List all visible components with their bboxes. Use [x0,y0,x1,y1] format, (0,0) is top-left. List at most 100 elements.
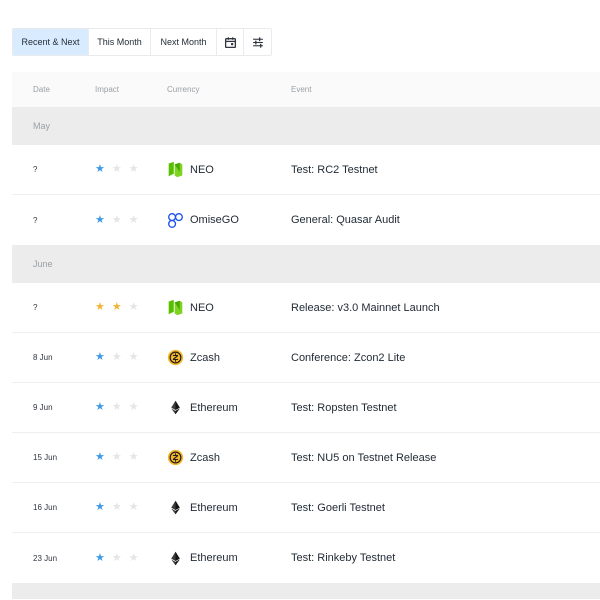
currency-cell[interactable]: Zcash [167,349,220,366]
star-empty-icon: ★ [128,401,139,413]
star-empty-icon: ★ [111,551,122,564]
group-header: May [12,107,600,145]
calendar-icon [224,36,236,48]
impact-rating: ★ ★ ★ [95,452,139,463]
period-tabs: Recent & Next This Month Next Month [12,28,272,56]
zcash-logo-icon [167,349,184,366]
event-title[interactable]: Release: v3.0 Mainnet Launch [291,302,440,314]
impact-rating: ★ ★ ★ [95,164,139,175]
star-empty-icon: ★ [128,301,139,313]
header-event[interactable]: Event [291,85,311,94]
group-label: May [33,121,51,131]
currency-cell[interactable]: Ethereum [167,550,238,567]
group-label: June [33,259,53,269]
tab-recent-next[interactable]: Recent & Next [13,29,89,55]
star-empty-icon: ★ [111,163,122,175]
currency-cell[interactable]: Ethereum [167,399,238,416]
impact-rating: ★ ★ ★ [95,352,139,363]
table-body: May? ★ ★ ★ NEO Test: RC2 Testnet? ★ ★ ★ OmiseGO Ge… [12,107,600,583]
sliders-icon [252,36,263,48]
currency-name: NEO [190,301,214,314]
currency-cell[interactable]: NEO [167,161,214,178]
group-header: June [12,245,600,283]
currency-name: Ethereum [190,401,238,414]
impact-rating: ★ ★ ★ [95,502,139,513]
currency-cell[interactable]: NEO [167,299,214,316]
events-table: Date Impact Currency Event May? ★ ★ ★ NEO Tes… [12,72,600,599]
impact-rating: ★ ★ ★ [95,302,139,313]
star-filled-icon: ★ [95,451,105,463]
star-empty-icon: ★ [128,451,139,463]
star-empty-icon: ★ [111,401,122,413]
currency-name: Zcash [190,451,220,464]
currency-cell[interactable]: Zcash [167,449,220,466]
star-empty-icon: ★ [128,351,139,363]
table-row[interactable]: 9 Jun ★ ★ ★ Ethereum Test: Ropsten Testnet [12,383,600,433]
event-date: ? [33,165,38,174]
tab-this-month[interactable]: This Month [89,29,151,55]
star-empty-icon: ★ [111,451,122,463]
star-empty-icon: ★ [128,163,139,175]
currency-name: Zcash [190,351,220,364]
currency-name: OmiseGO [190,214,239,226]
table-header: Date Impact Currency Event [12,72,600,107]
next-group-header [12,583,600,599]
event-title[interactable]: Conference: Zcon2 Lite [291,352,405,364]
filter-button[interactable] [244,29,271,55]
tab-next-month[interactable]: Next Month [151,29,217,55]
header-currency[interactable]: Currency [167,85,199,94]
event-date: 15 Jun [33,453,58,462]
event-date: 16 Jun [33,503,58,512]
star-filled-icon: ★ [95,213,105,226]
star-empty-icon: ★ [128,501,139,513]
event-title[interactable]: Test: NU5 on Testnet Release [291,452,436,464]
impact-rating: ★ ★ ★ [95,213,139,226]
table-row[interactable]: ? ★ ★ ★ NEO Test: RC2 Testnet [12,145,600,195]
header-impact[interactable]: Impact [95,85,119,94]
star-empty-icon: ★ [128,213,139,226]
omisego-logo-icon [167,212,184,229]
star-filled-icon: ★ [95,401,105,413]
star-empty-icon: ★ [111,501,122,513]
currency-cell[interactable]: OmiseGO [167,212,239,229]
table-row[interactable]: 15 Jun ★ ★ ★ Zcash Test: NU5 on Testnet Relea… [12,433,600,483]
star-filled-icon: ★ [95,351,105,363]
currency-name: Ethereum [190,552,238,564]
impact-rating: ★ ★ ★ [95,551,139,564]
event-title[interactable]: Test: Ropsten Testnet [291,402,397,414]
currency-cell[interactable]: Ethereum [167,499,238,516]
event-date: ? [33,215,38,225]
star-filled-icon: ★ [95,551,105,564]
event-date: 8 Jun [33,353,53,362]
star-empty-icon: ★ [128,551,139,564]
event-date: 23 Jun [33,553,58,563]
neo-logo-icon [167,299,184,316]
currency-name: NEO [190,163,214,176]
star-filled-icon: ★ [95,163,105,175]
table-row[interactable]: ? ★ ★ ★ OmiseGO General: Quasar Audit [12,195,600,245]
star-empty-icon: ★ [111,213,122,226]
event-title[interactable]: Test: Rinkeby Testnet [291,552,395,564]
calendar-button[interactable] [217,29,244,55]
star-empty-icon: ★ [111,351,122,363]
ethereum-logo-icon [167,550,184,567]
star-filled-icon: ★ [111,301,122,313]
star-filled-icon: ★ [95,301,105,313]
table-row[interactable]: ? ★ ★ ★ NEO Release: v3.0 Mainnet Launch [12,283,600,333]
header-date[interactable]: Date [33,85,50,94]
zcash-logo-icon [167,449,184,466]
event-date: ? [33,303,38,312]
currency-name: Ethereum [190,501,238,514]
event-title[interactable]: Test: RC2 Testnet [291,164,378,176]
event-title[interactable]: General: Quasar Audit [291,214,400,226]
ethereum-logo-icon [167,499,184,516]
event-date: 9 Jun [33,403,53,412]
table-row[interactable]: 23 Jun ★ ★ ★ Ethereum Test: Rinkeby Testnet [12,533,600,583]
event-title[interactable]: Test: Goerli Testnet [291,502,385,514]
table-row[interactable]: 16 Jun ★ ★ ★ Ethereum Test: Goerli Testnet [12,483,600,533]
table-row[interactable]: 8 Jun ★ ★ ★ Zcash Conference: Zcon2 Lite [12,333,600,383]
neo-logo-icon [167,161,184,178]
star-filled-icon: ★ [95,501,105,513]
impact-rating: ★ ★ ★ [95,402,139,413]
ethereum-logo-icon [167,399,184,416]
